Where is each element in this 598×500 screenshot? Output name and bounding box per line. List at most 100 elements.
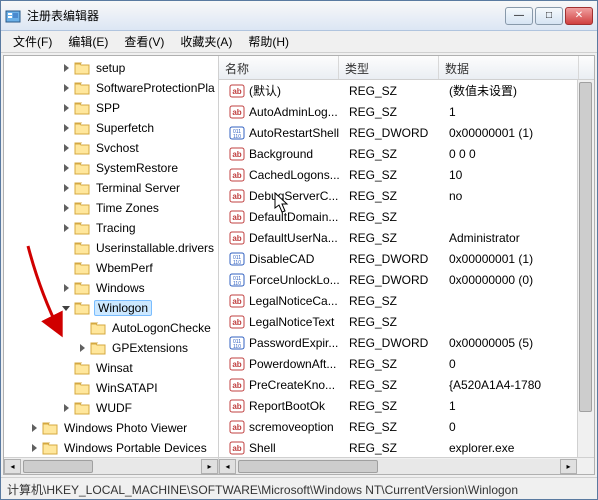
- tree-item[interactable]: Svchost: [4, 138, 218, 158]
- registry-value-row[interactable]: 011110ForceUnlockLo...REG_DWORD0x0000000…: [219, 269, 594, 290]
- registry-value-row[interactable]: abscremoveoptionREG_SZ0: [219, 416, 594, 437]
- value-name-cell: abReportBootOk: [223, 398, 343, 414]
- registry-value-row[interactable]: abBackgroundREG_SZ0 0 0: [219, 143, 594, 164]
- tree-item[interactable]: SystemRestore: [4, 158, 218, 178]
- tree-expander-icon[interactable]: [28, 442, 40, 454]
- menu-item[interactable]: 帮助(H): [240, 31, 297, 52]
- folder-icon: [74, 241, 90, 255]
- column-header[interactable]: 数据: [439, 56, 579, 79]
- registry-value-row[interactable]: 011110DisableCADREG_DWORD0x00000001 (1): [219, 248, 594, 269]
- minimize-button[interactable]: —: [505, 7, 533, 25]
- scroll-left-button[interactable]: ◂: [219, 459, 236, 474]
- tree-item[interactable]: Userinstallable.drivers: [4, 238, 218, 258]
- registry-value-row[interactable]: abLegalNoticeTextREG_SZ: [219, 311, 594, 332]
- registry-value-row[interactable]: abCachedLogons...REG_SZ10: [219, 164, 594, 185]
- scroll-thumb[interactable]: [23, 460, 93, 473]
- svg-text:ab: ab: [232, 297, 241, 306]
- maximize-button[interactable]: □: [535, 7, 563, 25]
- registry-value-row[interactable]: abDefaultDomain...REG_SZ: [219, 206, 594, 227]
- tree-item[interactable]: Winlogon: [4, 298, 218, 318]
- tree-item[interactable]: Windows Portable Devices: [4, 438, 218, 457]
- tree-expander-icon[interactable]: [60, 402, 72, 414]
- tree-expander-icon[interactable]: [28, 422, 40, 434]
- registry-value-row[interactable]: abDefaultUserNa...REG_SZAdministrator: [219, 227, 594, 248]
- tree-expander-icon[interactable]: [60, 62, 72, 74]
- tree-item[interactable]: setup: [4, 58, 218, 78]
- tree-body[interactable]: setupSoftwareProtectionPlaSPPSuperfetchS…: [4, 56, 218, 457]
- tree-item[interactable]: GPExtensions: [4, 338, 218, 358]
- value-data-cell: 1: [443, 105, 583, 119]
- tree-label: Tracing: [94, 221, 138, 235]
- menu-item[interactable]: 查看(V): [116, 31, 172, 52]
- tree-hscrollbar[interactable]: ◂ ▸: [4, 457, 218, 474]
- tree-item[interactable]: Superfetch: [4, 118, 218, 138]
- tree-expander-icon[interactable]: [76, 342, 88, 354]
- registry-value-row[interactable]: abShellREG_SZexplorer.exe: [219, 437, 594, 457]
- string-icon: ab: [229, 230, 245, 246]
- value-type-cell: REG_SZ: [343, 420, 443, 434]
- tree-item[interactable]: AutoLogonChecke: [4, 318, 218, 338]
- tree-item[interactable]: Windows: [4, 278, 218, 298]
- value-name-cell: 011110DisableCAD: [223, 251, 343, 267]
- close-button[interactable]: ✕: [565, 7, 593, 25]
- tree-item[interactable]: SPP: [4, 98, 218, 118]
- value-type-cell: REG_SZ: [343, 294, 443, 308]
- registry-value-row[interactable]: abPreCreateKno...REG_SZ{A520A1A4-1780: [219, 374, 594, 395]
- list-vscrollbar[interactable]: [577, 80, 594, 457]
- scroll-track[interactable]: [236, 459, 577, 474]
- scroll-track[interactable]: [21, 459, 201, 474]
- tree-item[interactable]: Windows Photo Viewer: [4, 418, 218, 438]
- tree-item[interactable]: Time Zones: [4, 198, 218, 218]
- tree-expander-icon[interactable]: [60, 82, 72, 94]
- registry-value-row[interactable]: abReportBootOkREG_SZ1: [219, 395, 594, 416]
- registry-value-row[interactable]: abLegalNoticeCa...REG_SZ: [219, 290, 594, 311]
- column-header[interactable]: 类型: [339, 56, 439, 79]
- list-hscrollbar[interactable]: ◂ ▸: [219, 457, 594, 474]
- list-body[interactable]: ab(默认)REG_SZ(数值未设置)abAutoAdminLog...REG_…: [219, 80, 594, 457]
- tree-item[interactable]: Tracing: [4, 218, 218, 238]
- tree-item[interactable]: WinSATAPI: [4, 378, 218, 398]
- tree-expander-icon[interactable]: [60, 162, 72, 174]
- value-data-cell: (数值未设置): [443, 82, 583, 99]
- value-name-cell: abLegalNoticeCa...: [223, 293, 343, 309]
- registry-value-row[interactable]: abDebugServerC...REG_SZno: [219, 185, 594, 206]
- scroll-thumb[interactable]: [238, 460, 378, 473]
- value-name-cell: 011110AutoRestartShell: [223, 125, 343, 141]
- folder-icon: [90, 341, 106, 355]
- value-data-cell: 0: [443, 357, 583, 371]
- tree-label: Time Zones: [94, 201, 161, 215]
- vscroll-thumb[interactable]: [579, 82, 592, 412]
- tree-item[interactable]: Terminal Server: [4, 178, 218, 198]
- value-data-cell: no: [443, 189, 583, 203]
- tree-list: setupSoftwareProtectionPlaSPPSuperfetchS…: [4, 56, 218, 457]
- tree-item[interactable]: WUDF: [4, 398, 218, 418]
- scroll-left-button[interactable]: ◂: [4, 459, 21, 474]
- registry-value-row[interactable]: ab(默认)REG_SZ(数值未设置): [219, 80, 594, 101]
- scroll-right-button[interactable]: ▸: [560, 459, 577, 474]
- tree-item[interactable]: SoftwareProtectionPla: [4, 78, 218, 98]
- titlebar[interactable]: 注册表编辑器 — □ ✕: [1, 1, 597, 31]
- tree-expander-icon[interactable]: [60, 122, 72, 134]
- value-type-cell: REG_SZ: [343, 231, 443, 245]
- registry-value-row[interactable]: abAutoAdminLog...REG_SZ1: [219, 101, 594, 122]
- tree-item[interactable]: WbemPerf: [4, 258, 218, 278]
- tree-expander-icon[interactable]: [60, 202, 72, 214]
- value-data-cell: 0x00000005 (5): [443, 336, 583, 350]
- tree-expander-icon[interactable]: [60, 222, 72, 234]
- menu-item[interactable]: 文件(F): [5, 31, 60, 52]
- menu-item[interactable]: 编辑(E): [60, 31, 116, 52]
- scroll-right-button[interactable]: ▸: [201, 459, 218, 474]
- tree-expander-icon[interactable]: [60, 302, 72, 314]
- tree-expander-icon[interactable]: [60, 102, 72, 114]
- dword-icon: 011110: [229, 125, 245, 141]
- tree-expander-icon[interactable]: [60, 282, 72, 294]
- menubar: 文件(F)编辑(E)查看(V)收藏夹(A)帮助(H): [1, 31, 597, 53]
- registry-value-row[interactable]: 011110PasswordExpir...REG_DWORD0x0000000…: [219, 332, 594, 353]
- menu-item[interactable]: 收藏夹(A): [172, 31, 240, 52]
- column-header[interactable]: 名称: [219, 56, 339, 79]
- tree-expander-icon[interactable]: [60, 182, 72, 194]
- tree-expander-icon[interactable]: [60, 142, 72, 154]
- registry-value-row[interactable]: abPowerdownAft...REG_SZ0: [219, 353, 594, 374]
- registry-value-row[interactable]: 011110AutoRestartShellREG_DWORD0x0000000…: [219, 122, 594, 143]
- tree-item[interactable]: Winsat: [4, 358, 218, 378]
